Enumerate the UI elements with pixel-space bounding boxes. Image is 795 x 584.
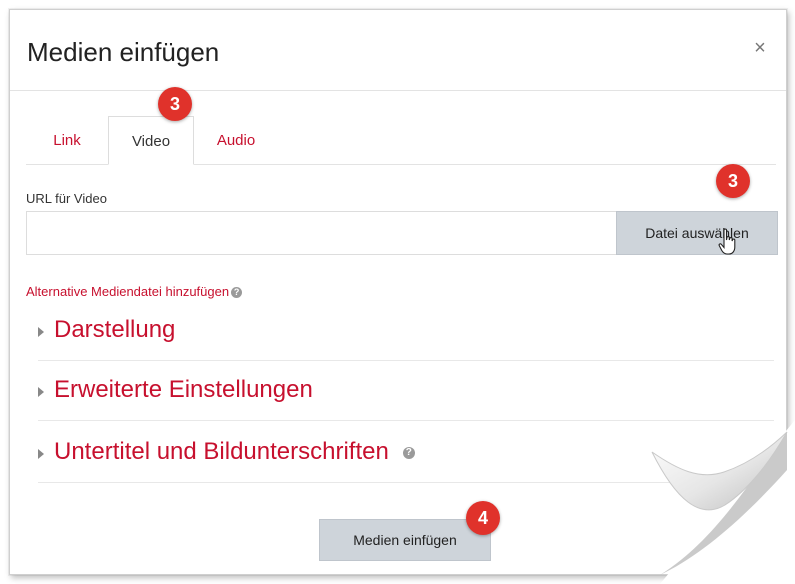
section-darstellung[interactable]: Darstellung xyxy=(38,308,774,361)
step-badge: 3 xyxy=(716,164,750,198)
section-subtitles-captions[interactable]: Untertitel und Bildunterschriften? xyxy=(38,430,774,483)
caret-right-icon xyxy=(38,387,44,397)
url-input[interactable] xyxy=(27,212,615,254)
help-icon[interactable]: ? xyxy=(402,446,415,459)
section-label: Darstellung xyxy=(54,316,176,343)
step-badge: 3 xyxy=(158,87,192,121)
url-label: URL für Video xyxy=(26,191,107,206)
close-icon[interactable]: × xyxy=(748,36,772,60)
url-input-group: Datei auswählen xyxy=(26,211,778,255)
media-dialog: Medien einfügen × Link Video Audio URL f… xyxy=(9,9,787,575)
help-icon[interactable]: ? xyxy=(231,287,243,299)
section-label: Erweiterte Einstellungen xyxy=(54,376,313,403)
section-label: Untertitel und Bildunterschriften? xyxy=(54,438,415,466)
tab-link[interactable]: Link xyxy=(26,116,108,164)
media-tabs: Link Video Audio xyxy=(26,116,776,165)
add-alternative-media-link[interactable]: Alternative Mediendatei hinzufügen? xyxy=(26,284,243,299)
tab-audio[interactable]: Audio xyxy=(194,116,278,164)
dialog-header: Medien einfügen × xyxy=(10,10,786,91)
section-label-text: Untertitel und Bildunterschriften xyxy=(54,438,389,465)
dialog-title: Medien einfügen xyxy=(27,37,220,67)
hand-pointer-icon xyxy=(718,228,736,255)
caret-right-icon xyxy=(38,449,44,459)
alternative-link-label: Alternative Mediendatei hinzufügen xyxy=(26,284,230,299)
tab-video[interactable]: Video xyxy=(108,116,194,165)
section-advanced-settings[interactable]: Erweiterte Einstellungen xyxy=(38,368,774,421)
insert-media-button[interactable]: Medien einfügen xyxy=(319,519,491,561)
choose-file-button[interactable]: Datei auswählen xyxy=(616,211,778,255)
step-badge: 4 xyxy=(466,501,500,535)
caret-right-icon xyxy=(38,327,44,337)
